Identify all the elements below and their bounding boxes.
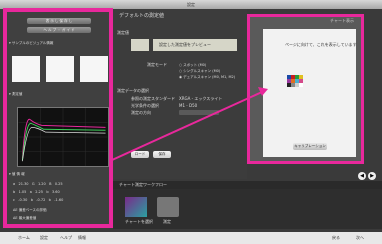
dock-info[interactable]: 情報 bbox=[78, 236, 86, 240]
dock-back[interactable]: 戻る bbox=[332, 236, 340, 240]
app-window: 設定 表 示 し 保 存 し ヘ ル プ ・ ガ イ ド サンプルのビジュアル情… bbox=[0, 0, 382, 232]
next-arrow-icon[interactable]: ▶ bbox=[368, 172, 376, 180]
workflow-chart-icon[interactable] bbox=[125, 197, 147, 217]
prev-arrow-icon[interactable]: ◀ bbox=[358, 172, 366, 180]
dock-help[interactable]: ヘルプ bbox=[60, 236, 72, 240]
workflow-title: チャート測定ワークフロー bbox=[119, 182, 167, 187]
workflow-item-1-label: チャートを選択 bbox=[125, 219, 153, 224]
workflow-device-icon[interactable] bbox=[157, 197, 179, 217]
workflow-area: チャートを選択 測定 bbox=[113, 189, 382, 229]
bottom-dock: ホーム 設定 ヘルプ 情報 戻る 次へ bbox=[0, 232, 382, 244]
dock-settings[interactable]: 設定 bbox=[40, 236, 48, 240]
dock-next[interactable]: 次へ bbox=[356, 236, 364, 240]
dock-home[interactable]: ホーム bbox=[18, 236, 30, 240]
workflow-item-2-label: 測定 bbox=[163, 219, 171, 224]
workflow-bar: チャート測定ワークフロー bbox=[113, 181, 382, 189]
